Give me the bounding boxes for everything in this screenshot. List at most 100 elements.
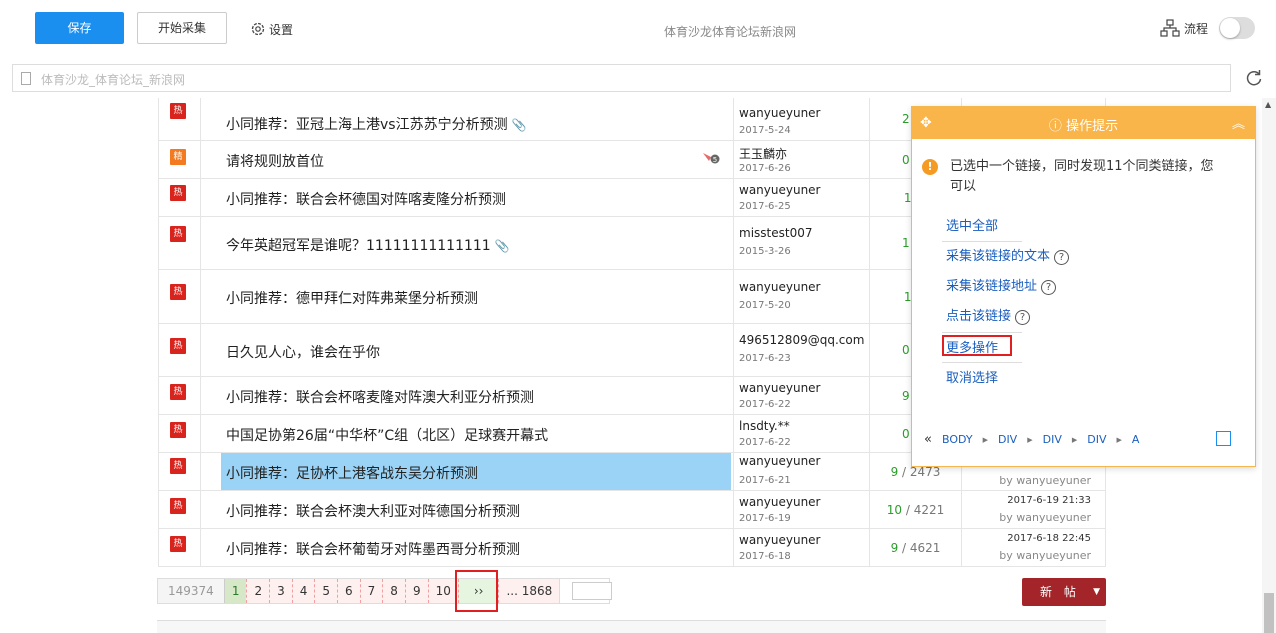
path-item[interactable]: A — [1132, 433, 1140, 446]
op-click-link[interactable]: 点击该链接? — [946, 305, 1031, 325]
author-link[interactable]: misstest007 — [739, 226, 812, 240]
page-link[interactable]: 6 — [337, 579, 360, 603]
hot-icon: 热 — [170, 284, 186, 300]
row-icon-cell: 热 — [159, 270, 201, 323]
thread-link[interactable]: 小同推荐：联合会杯喀麦隆对阵澳大利亚分析预测 — [226, 387, 534, 407]
bottom-section — [157, 620, 1106, 633]
last-post-author[interactable]: by wanyueyuner — [999, 511, 1091, 524]
thread-link[interactable]: 请将规则放首位 — [226, 151, 324, 171]
flow-toggle[interactable] — [1219, 17, 1255, 39]
chevron-down-icon: ▼ — [1093, 587, 1100, 597]
address-bar[interactable]: 体育沙龙_体育论坛_新浪网 — [12, 64, 1231, 92]
help-icon[interactable]: ? — [1041, 280, 1057, 295]
thread-title: 小同推荐：亚冠上海上港vs江苏苏宁分析预测 — [226, 117, 508, 133]
reply-count: 9 — [890, 541, 899, 555]
scroll-up-icon[interactable]: ▲ — [1265, 100, 1271, 109]
settings-label: 设置 — [269, 22, 294, 37]
post-date: 2017-6-22 — [739, 437, 791, 448]
flow-text: 流程 — [1184, 21, 1209, 36]
thread-link[interactable]: 今年英超冠军是谁呢？11111111111111 📎 — [226, 235, 510, 255]
thread-link[interactable]: 小同推荐：联合会杯德国对阵喀麦隆分析预测 — [226, 189, 506, 209]
author-cell: misstest007 2015-3-26 — [733, 217, 869, 269]
author-link[interactable]: wanyueyuner — [739, 533, 821, 547]
page-link[interactable]: 10 — [427, 579, 458, 603]
page-jump-box[interactable] — [572, 582, 613, 600]
new-post-button[interactable]: 新 帖 ▼ — [1022, 578, 1106, 606]
hot-icon: 热 — [170, 185, 186, 201]
tips-title: ⓘ 操作提示 — [1048, 119, 1119, 134]
page-link[interactable]: 7 — [359, 579, 383, 603]
essence-icon: 精 — [170, 149, 186, 165]
author-link[interactable]: wanyueyuner — [739, 280, 821, 294]
author-link[interactable]: wanyueyuner — [739, 183, 821, 197]
flowchart-icon — [1160, 19, 1180, 37]
collapse-icon[interactable]: ︽ — [1232, 113, 1245, 132]
author-cell: wanyueyuner 2017-6-18 — [733, 529, 869, 566]
tips-title-text: 操作提示 — [1066, 119, 1119, 134]
reply-count: 0 — [902, 343, 910, 357]
thread-link[interactable]: 小同推荐：联合会杯葡萄牙对阵墨西哥分析预测 — [226, 539, 520, 559]
top-toolbar: 保存 开始采集 设置 体育沙龙体育论坛新浪网 流程 — [0, 0, 1276, 58]
author-link[interactable]: wanyueyuner — [739, 454, 821, 468]
thread-link[interactable]: 小同推荐：亚冠上海上港vs江苏苏宁分析预测 📎 — [226, 114, 527, 134]
author-link[interactable]: wanyueyuner — [739, 106, 821, 120]
hot-icon: 热 — [170, 422, 186, 438]
path-item[interactable]: DIV — [998, 433, 1017, 446]
path-item[interactable]: DIV — [1043, 433, 1062, 446]
save-button[interactable]: 保存 — [35, 12, 124, 44]
author-link[interactable]: 496512809@qq.com — [739, 333, 864, 347]
thread-link[interactable]: 日久见人心，谁会在乎你 — [226, 342, 380, 362]
thread-link[interactable]: 中国足协第26届“中华杯”C组（北区）足球赛开幕式 — [226, 425, 548, 445]
page-link[interactable]: 3 — [269, 579, 292, 603]
refresh-icon[interactable] — [1244, 68, 1264, 88]
author-link[interactable]: wanyueyuner — [739, 495, 821, 509]
op-collect-text[interactable]: 采集该链接的文本? — [946, 245, 1070, 265]
thread-link[interactable]: 小同推荐：联合会杯澳大利亚对阵德国分析预测 — [226, 501, 520, 521]
row-icon-cell: 热 — [159, 529, 201, 566]
page-link[interactable]: 8 — [382, 579, 405, 603]
op-collect-url[interactable]: 采集该链接地址? — [946, 275, 1057, 295]
thread-link[interactable]: 小同推荐：德甲拜仁对阵弗莱堡分析预测 — [226, 288, 478, 308]
op-cancel-select[interactable]: 取消选择 — [946, 367, 998, 386]
page-link[interactable]: 5 — [314, 579, 338, 603]
last-page-link[interactable]: ... 1868 — [498, 579, 560, 603]
path-item[interactable]: BODY — [942, 433, 973, 446]
reply-count: 9 — [890, 465, 899, 479]
page-link[interactable]: 2 — [246, 579, 270, 603]
view-count: / 4221 — [905, 503, 945, 517]
page-link[interactable]: 4 — [291, 579, 315, 603]
path-item[interactable]: DIV — [1087, 433, 1106, 446]
page-title: 体育沙龙体育论坛新浪网 — [663, 25, 796, 39]
settings-button[interactable]: 设置 — [250, 20, 293, 38]
address-text: 体育沙龙_体育论坛_新浪网 — [41, 73, 186, 87]
reply-stat: 10 / 4221 — [869, 491, 961, 528]
reply-stat: 9 / 4621 — [869, 529, 961, 566]
start-collect-button[interactable]: 开始采集 — [137, 12, 227, 44]
page-jump-input[interactable] — [559, 579, 613, 603]
divider — [942, 362, 1022, 363]
view-count: / 4621 — [902, 541, 941, 555]
page-link[interactable]: 9 — [404, 579, 428, 603]
last-post-author[interactable]: by wanyueyuner — [999, 474, 1091, 487]
author-link[interactable]: 王玉麟亦 — [739, 145, 787, 162]
help-icon[interactable]: ? — [1015, 310, 1031, 325]
post-date: 2017-6-21 — [739, 475, 791, 486]
scrollbar-thumb[interactable] — [1264, 593, 1274, 633]
page-scrollbar[interactable]: ▲ — [1262, 98, 1276, 633]
attachment-icon: 📎 — [494, 239, 510, 253]
thread-link[interactable]: 小同推荐：足协杯上港客战东吴分析预测 — [226, 463, 478, 483]
reward-icon: 5 — [703, 153, 720, 164]
last-post-cell: 2017-6-19 21:33 by wanyueyuner — [961, 491, 1107, 528]
external-link-icon[interactable] — [1216, 431, 1231, 446]
total-count: 149374 — [158, 579, 224, 603]
help-icon[interactable]: ? — [1054, 250, 1070, 265]
author-link[interactable]: lnsdty.** — [739, 419, 790, 433]
author-link[interactable]: wanyueyuner — [739, 381, 821, 395]
post-date: 2015-3-26 — [739, 246, 791, 257]
tips-header[interactable]: ✥ ⓘ 操作提示 ︽ — [912, 107, 1255, 139]
last-post-author[interactable]: by wanyueyuner — [999, 549, 1091, 562]
op-select-all[interactable]: 选中全部 — [946, 215, 998, 234]
highlight-box — [455, 570, 498, 612]
row-icon-cell: 热 — [159, 491, 201, 528]
expand-path-icon[interactable]: « — [924, 432, 932, 447]
